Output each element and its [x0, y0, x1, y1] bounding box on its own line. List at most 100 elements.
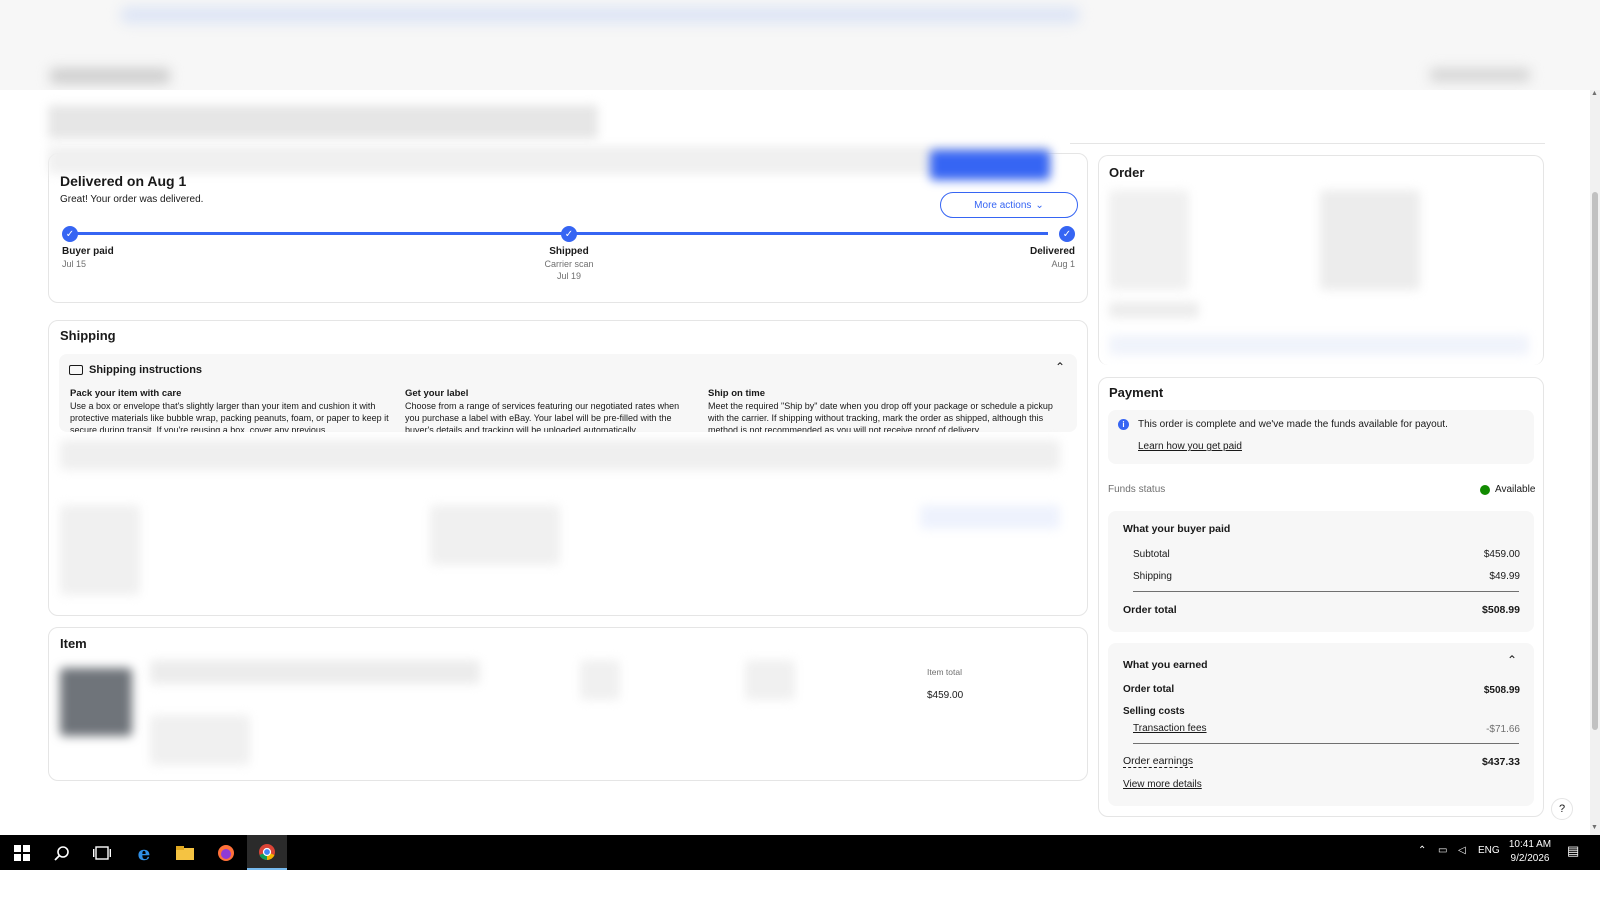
item-name-blurred[interactable]	[150, 660, 480, 684]
language-indicator[interactable]: ENG	[1478, 845, 1500, 856]
item-price-blurred	[745, 660, 795, 700]
shipping-instructions-title: Shipping instructions	[89, 364, 203, 376]
instruction-text: Use a box or envelope that's slightly la…	[70, 401, 389, 432]
transaction-fees-link[interactable]: Transaction fees	[1133, 723, 1207, 734]
chrome-icon[interactable]	[247, 835, 287, 870]
order-details-left-blurred	[1109, 190, 1189, 290]
task-view-icon[interactable]	[82, 835, 122, 870]
info-icon: i	[1118, 419, 1129, 430]
scroll-up-icon[interactable]: ▲	[1591, 90, 1598, 97]
subtotal-label: Subtotal	[1133, 549, 1170, 560]
status-title: Delivered on Aug 1	[60, 173, 187, 189]
show-hidden-icons-icon[interactable]: ⌃	[1418, 845, 1426, 856]
learn-how-link[interactable]: Learn how you get paid	[1138, 441, 1242, 452]
shipping-cost-value: $49.99	[1489, 571, 1520, 582]
shipping-action-blurred[interactable]	[920, 505, 1060, 529]
transaction-fees-value: -$71.66	[1486, 724, 1520, 735]
earned-order-total-label: Order total	[1123, 684, 1175, 695]
item-total-value: $459.00	[927, 690, 964, 701]
order-earnings-value: $437.33	[1482, 756, 1520, 768]
funds-status-label: Funds status	[1108, 484, 1166, 495]
windows-start-icon[interactable]	[2, 835, 42, 870]
instruction-title: Get your label	[405, 388, 469, 399]
step-buyer-paid-date: Jul 15	[62, 259, 87, 269]
system-clock[interactable]: 10:41 AM 9/2/2026	[1500, 838, 1560, 866]
payout-info-box: i This order is complete and we've made …	[1108, 410, 1534, 464]
shipping-title: Shipping	[60, 328, 116, 343]
scroll-down-icon[interactable]: ▼	[1591, 824, 1598, 831]
windows-taskbar: e ⌃ ▭ ◁ ENG 10:41 AM 9/2/2026 ▤	[0, 835, 1600, 870]
status-subtitle: Great! Your order was delivered.	[60, 194, 204, 205]
item-image[interactable]	[60, 668, 132, 736]
page-heading-blurred	[48, 105, 598, 139]
instruction-text: Choose from a range of services featurin…	[405, 401, 680, 432]
internet-explorer-icon[interactable]: e	[124, 835, 164, 870]
selling-costs-label: Selling costs	[1123, 706, 1185, 717]
get-another-label-button[interactable]	[930, 150, 1050, 180]
step-shipped-label: Shipped	[549, 246, 589, 257]
order-details-right-blurred	[1320, 190, 1420, 290]
item-details-blurred	[150, 715, 250, 765]
funds-status-value: Available	[1495, 484, 1536, 495]
shipping-details-blurred	[60, 440, 1060, 470]
check-icon: ✓	[561, 226, 577, 242]
chevron-up-icon[interactable]: ⌃	[1507, 653, 1517, 667]
step-shipped-date: Jul 19	[556, 271, 582, 281]
search-icon[interactable]	[42, 835, 82, 870]
more-actions-label: More actions	[974, 199, 1032, 211]
subtotal-value: $459.00	[1483, 549, 1520, 560]
screen-bottom	[0, 870, 1600, 900]
shipping-instructions-panel: Shipping instructions ⌃ Pack your item w…	[59, 354, 1077, 432]
chevron-up-icon[interactable]: ⌃	[1055, 360, 1065, 374]
order-total-label: Order total	[1123, 604, 1177, 616]
payment-title: Payment	[1109, 385, 1164, 400]
shipping-service-blurred	[430, 505, 560, 565]
header-link[interactable]	[1430, 68, 1530, 82]
order-footer-blurred[interactable]	[1109, 335, 1529, 355]
scrollbar-thumb[interactable]	[1592, 192, 1598, 730]
instruction-title: Pack your item with care	[70, 388, 182, 399]
item-qty-blurred	[580, 660, 620, 700]
order-title: Order	[1109, 165, 1145, 180]
buyer-paid-title: What your buyer paid	[1123, 523, 1231, 535]
divider	[1133, 591, 1519, 592]
file-explorer-icon[interactable]	[165, 835, 205, 870]
shipping-cost-label: Shipping	[1133, 571, 1172, 582]
order-number-blurred	[1109, 302, 1199, 318]
clock-time: 10:41 AM	[1508, 839, 1552, 850]
divider	[1133, 743, 1519, 744]
volume-muted-icon[interactable]: ◁	[1458, 845, 1466, 856]
network-icon[interactable]: ▭	[1438, 845, 1447, 856]
truck-icon	[69, 365, 83, 375]
firefox-icon[interactable]	[206, 835, 246, 870]
help-button[interactable]: ?	[1551, 798, 1573, 820]
view-more-details-link[interactable]: View more details	[1123, 779, 1202, 790]
header-divider	[1070, 143, 1545, 144]
more-actions-button[interactable]: More actions ⌄	[940, 192, 1078, 218]
notifications-icon[interactable]: ▤	[1567, 843, 1579, 859]
earned-title: What you earned	[1123, 659, 1208, 671]
page-logo	[50, 68, 170, 84]
order-earnings-label[interactable]: Order earnings	[1123, 755, 1194, 768]
shipping-address-blurred	[60, 505, 140, 595]
step-delivered-label: Delivered	[1029, 246, 1075, 257]
earned-order-total-value: $508.99	[1483, 685, 1520, 696]
payout-info-text: This order is complete and we've made th…	[1138, 419, 1448, 430]
step-delivered-date: Aug 1	[1051, 259, 1075, 269]
item-total-label: Item total	[927, 667, 962, 677]
available-status-dot	[1480, 485, 1490, 495]
instruction-text: Meet the required "Ship by" date when yo…	[708, 401, 1053, 432]
step-buyer-paid-label: Buyer paid	[62, 246, 114, 257]
status-card-top-blurred	[48, 146, 1051, 174]
step-shipped-sub: Carrier scan	[544, 259, 594, 269]
check-icon: ✓	[62, 226, 78, 242]
item-title: Item	[60, 636, 87, 651]
address-bar[interactable]	[120, 6, 1080, 24]
order-total-value: $508.99	[1482, 604, 1520, 616]
browser-header	[0, 0, 1600, 90]
chevron-down-icon: ⌄	[1035, 199, 1044, 211]
check-icon: ✓	[1059, 226, 1075, 242]
clock-date: 9/2/2026	[1510, 853, 1550, 864]
instruction-title: Ship on time	[708, 388, 765, 399]
progress-track	[70, 232, 1048, 235]
